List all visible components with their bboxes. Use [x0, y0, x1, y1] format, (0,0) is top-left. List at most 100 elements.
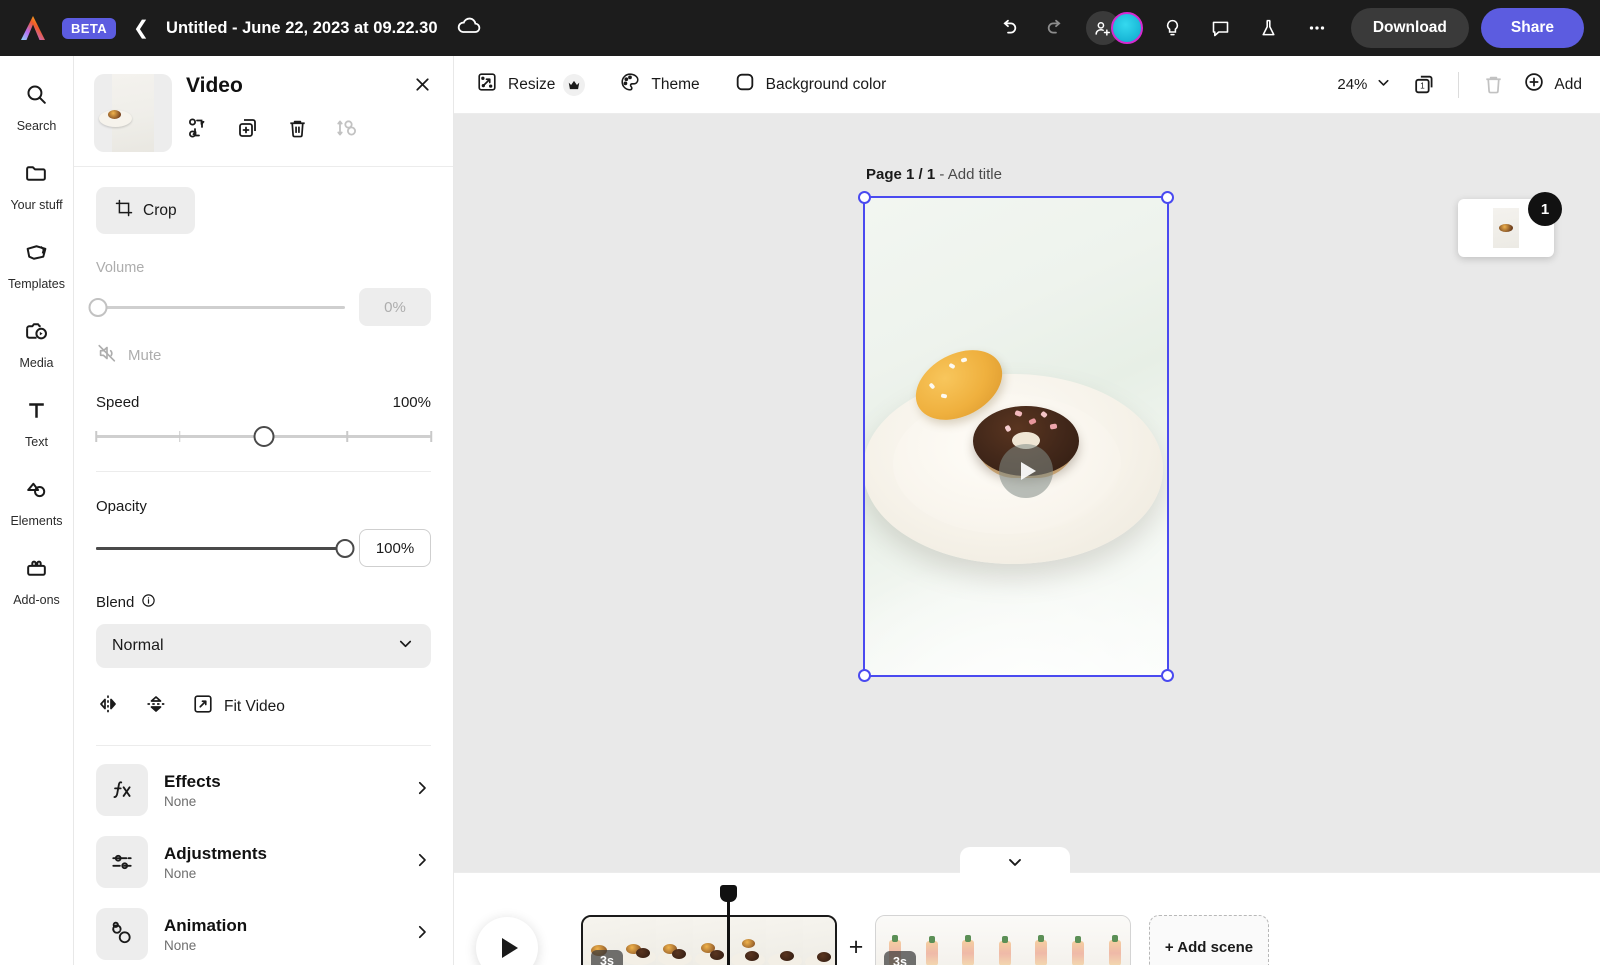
- opacity-label: Opacity: [96, 498, 431, 515]
- accordion-effects[interactable]: Effects None: [96, 754, 431, 826]
- animation-icon: [96, 908, 148, 960]
- volume-section: Volume 0% Mute: [96, 260, 431, 368]
- accordion-animation[interactable]: Animation None: [96, 898, 431, 965]
- cloud-saved-icon: [456, 16, 482, 41]
- trash-icon[interactable]: [286, 117, 309, 145]
- comment-icon[interactable]: [1201, 8, 1241, 48]
- chevron-right-icon: [413, 779, 431, 802]
- lightbulb-icon[interactable]: [1153, 8, 1193, 48]
- plus-circle-icon: [1523, 71, 1545, 98]
- sidebar-item-search[interactable]: Search: [3, 78, 71, 137]
- sidebar-item-elements[interactable]: Elements: [3, 473, 71, 532]
- background-color-label: Background color: [766, 76, 887, 94]
- document-title[interactable]: Untitled - June 22, 2023 at 09.22.30: [166, 19, 437, 38]
- artboard[interactable]: [865, 198, 1167, 675]
- timeline-scene[interactable]: 3s: [581, 915, 837, 965]
- selection-handle-top-left[interactable]: [858, 191, 871, 204]
- crop-button[interactable]: Crop: [96, 187, 195, 234]
- timeline-collapse-button[interactable]: [960, 847, 1070, 877]
- fit-video-label: Fit Video: [224, 698, 285, 716]
- adobe-express-editor: BETA ❮ Untitled - June 22, 2023 at 09.22…: [0, 0, 1600, 965]
- selected-media-thumbnail: [94, 74, 172, 152]
- timeline-play-button[interactable]: [476, 917, 538, 965]
- mute-toggle[interactable]: Mute: [96, 342, 431, 368]
- flip-horizontal-icon[interactable]: [96, 692, 120, 721]
- blend-mode-select[interactable]: Normal: [96, 624, 431, 668]
- fit-video-button[interactable]: Fit Video: [192, 693, 285, 720]
- add-label: Add: [1554, 76, 1582, 94]
- share-button[interactable]: Share: [1481, 8, 1584, 48]
- sidebar-item-your-stuff[interactable]: Your stuff: [3, 157, 71, 216]
- sidebar-label-search: Search: [17, 119, 57, 133]
- timeline-playhead[interactable]: [727, 899, 730, 965]
- zoom-control[interactable]: 24%: [1329, 68, 1400, 101]
- download-button[interactable]: Download: [1351, 8, 1469, 48]
- crop-label: Crop: [143, 202, 177, 220]
- text-icon: [24, 398, 49, 428]
- resize-label: Resize: [508, 76, 555, 94]
- sidebar-item-addons[interactable]: Add-ons: [3, 552, 71, 611]
- speed-value: 100%: [393, 394, 431, 411]
- properties-panel: Video: [74, 56, 454, 965]
- sidebar-item-templates[interactable]: Templates: [3, 236, 71, 295]
- user-avatar[interactable]: [1111, 12, 1143, 44]
- timeline-scene[interactable]: 3s: [875, 915, 1131, 965]
- undo-icon[interactable]: [988, 8, 1028, 48]
- crop-icon: [114, 198, 134, 223]
- add-button[interactable]: Add: [1517, 71, 1582, 98]
- invite-collaborators[interactable]: [1086, 11, 1143, 45]
- accordion-adjustments[interactable]: Adjustments None: [96, 826, 431, 898]
- back-chevron-icon[interactable]: ❮: [130, 19, 152, 38]
- add-scene-button[interactable]: + Add scene: [1149, 915, 1269, 965]
- selection-handle-bottom-right[interactable]: [1161, 669, 1174, 682]
- canvas-stage[interactable]: Page 1 / 1 - Add title: [454, 114, 1600, 872]
- resize-button[interactable]: Resize: [476, 71, 585, 98]
- selection-handle-bottom-left[interactable]: [858, 669, 871, 682]
- info-icon[interactable]: [141, 593, 156, 612]
- close-icon[interactable]: [412, 74, 433, 100]
- blend-selected-value: Normal: [112, 637, 164, 655]
- ellipsis-icon[interactable]: [1297, 8, 1337, 48]
- crown-icon: [563, 74, 585, 96]
- speed-slider[interactable]: [96, 425, 431, 447]
- theme-button[interactable]: Theme: [619, 71, 699, 98]
- add-title-link[interactable]: - Add title: [935, 166, 1002, 183]
- delete-page-icon: [1475, 67, 1511, 103]
- adjustments-icon: [96, 836, 148, 888]
- flip-vertical-icon[interactable]: [144, 692, 168, 721]
- pages-icon[interactable]: 1: [1406, 67, 1442, 103]
- flask-icon[interactable]: [1249, 8, 1289, 48]
- opacity-value[interactable]: 100%: [359, 529, 431, 567]
- sidebar-item-text[interactable]: Text: [3, 394, 71, 453]
- canvas-toolbar: Resize Theme: [454, 56, 1600, 114]
- add-scene-between-button[interactable]: +: [837, 933, 875, 962]
- page-thumbnail-badge: 1: [1528, 192, 1562, 226]
- sidebar-item-media[interactable]: Media: [3, 315, 71, 374]
- panel-header: Video: [74, 56, 453, 167]
- accordion-adjustments-title: Adjustments: [164, 844, 267, 864]
- selection-handle-top-right[interactable]: [1161, 191, 1174, 204]
- opacity-section: Opacity 100%: [96, 498, 431, 567]
- play-overlay-icon[interactable]: [999, 444, 1053, 498]
- adobe-express-logo-icon[interactable]: [18, 14, 48, 42]
- accordion-list: Effects None: [96, 754, 431, 965]
- sidebar-label-your-stuff: Your stuff: [10, 198, 62, 212]
- panel-body: Crop Volume 0%: [74, 167, 453, 965]
- layer-order-icon: [335, 116, 359, 145]
- duplicate-icon[interactable]: [236, 116, 260, 145]
- page-title-label[interactable]: Page 1 / 1 - Add title: [866, 166, 1002, 183]
- mute-icon: [96, 342, 118, 368]
- volume-slider[interactable]: [96, 296, 345, 318]
- mute-label: Mute: [128, 347, 161, 364]
- volume-value[interactable]: 0%: [359, 288, 431, 326]
- volume-label: Volume: [96, 260, 431, 276]
- redo-icon[interactable]: [1036, 8, 1076, 48]
- opacity-slider[interactable]: [96, 537, 345, 559]
- theme-label: Theme: [651, 76, 699, 94]
- scene-list: 3s +: [581, 915, 1269, 965]
- sidebar-label-text: Text: [25, 435, 48, 449]
- resize-icon: [476, 71, 498, 98]
- chevron-down-icon: [396, 634, 415, 658]
- background-color-button[interactable]: Background color: [734, 71, 887, 98]
- swap-media-icon[interactable]: [186, 116, 210, 145]
